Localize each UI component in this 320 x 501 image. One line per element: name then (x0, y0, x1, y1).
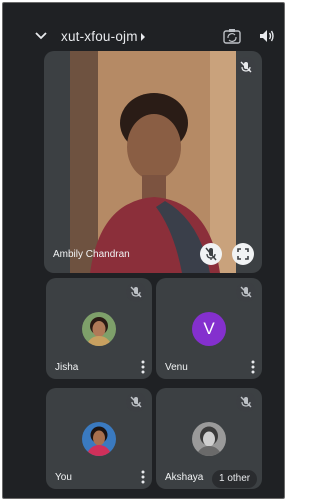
participant-name: Akshaya (165, 472, 204, 483)
main-participant-tile[interactable]: Ambily Chandran (44, 51, 262, 273)
participant-tile[interactable]: Akshaya 1 other (156, 388, 262, 489)
mute-badge (126, 392, 146, 412)
more-vert-icon[interactable] (140, 470, 146, 484)
avatar-photo-illustration (192, 422, 226, 456)
mute-badge (126, 282, 146, 302)
participant-name: You (55, 472, 72, 483)
caret-right-icon[interactable] (140, 33, 146, 41)
participant-video (70, 51, 236, 273)
participant-tile[interactable]: You (46, 388, 152, 489)
camera-flip-icon[interactable] (223, 28, 241, 44)
mic-off-icon (240, 61, 252, 73)
participant-name: Ambily Chandran (53, 249, 130, 260)
mic-off-icon (130, 286, 142, 298)
participant-tile[interactable]: V Venu (156, 278, 262, 379)
mic-off-icon (240, 286, 252, 298)
volume-icon[interactable] (259, 28, 275, 44)
mute-badge (236, 392, 256, 412)
more-vert-icon[interactable] (250, 360, 256, 374)
top-bar: xut-xfou-ojm (3, 19, 284, 53)
meeting-code[interactable]: xut-xfou-ojm (61, 29, 138, 44)
avatar (192, 422, 226, 456)
participant-tile[interactable]: Jisha (46, 278, 152, 379)
mute-badge (236, 282, 256, 302)
meet-window: xut-xfou-ojm Ambily Chandran Jisha V Ven… (2, 2, 285, 499)
mic-off-icon (130, 396, 142, 408)
participant-name: Jisha (55, 362, 79, 373)
mute-participant-button[interactable] (200, 243, 222, 265)
avatar: V (192, 312, 226, 346)
chevron-down-icon[interactable] (33, 28, 49, 44)
avatar-photo-illustration (82, 312, 116, 346)
avatar (82, 422, 116, 456)
more-vert-icon[interactable] (140, 360, 146, 374)
participant-name: Venu (165, 362, 188, 373)
video-frame-illustration (70, 51, 236, 273)
avatar (82, 312, 116, 346)
mute-badge (236, 57, 256, 77)
others-count-badge[interactable]: 1 other (212, 470, 258, 488)
mic-off-icon (205, 247, 217, 261)
mic-off-icon (240, 396, 252, 408)
fullscreen-button[interactable] (232, 243, 254, 265)
avatar-photo-illustration (82, 422, 116, 456)
fullscreen-icon (237, 248, 249, 260)
